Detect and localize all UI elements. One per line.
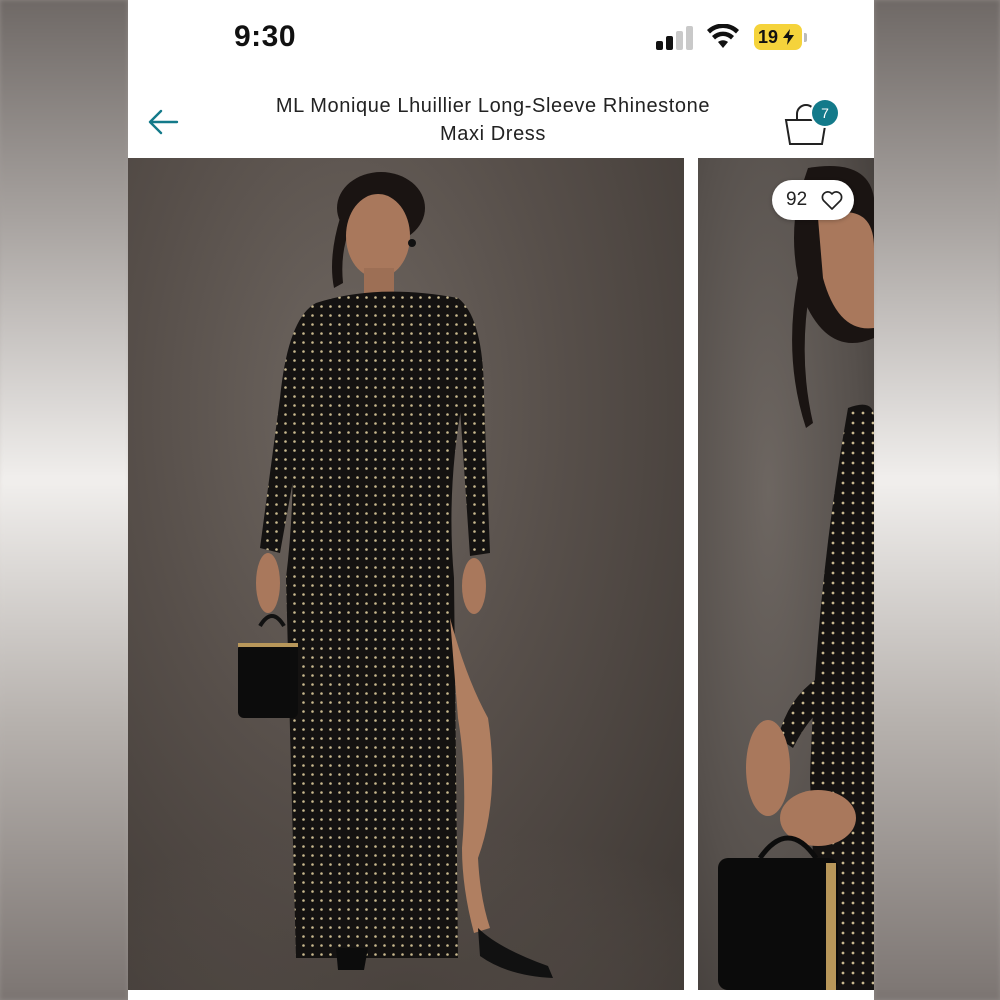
blurred-background-right — [874, 0, 1000, 1000]
cart-count-badge: 7 — [812, 100, 838, 126]
product-title-line2: Maxi Dress — [439, 123, 546, 145]
status-bar: 9:30 19 — [128, 0, 874, 78]
phone-screen: 9:30 19 ML Monique Lhuillier Long-Sleeve… — [128, 0, 874, 1000]
like-count: 92 — [786, 189, 808, 210]
battery-indicator: 19 — [754, 24, 802, 50]
cellular-signal-icon — [656, 26, 696, 50]
product-image-gallery[interactable]: 92 — [128, 158, 874, 1000]
arrow-left-icon[interactable] — [144, 102, 184, 142]
heart-outline-icon — [821, 191, 843, 210]
product-title: ML Monique Lhuillier Long-Sleeve Rhinest… — [248, 92, 738, 148]
status-time: 9:30 — [234, 20, 297, 53]
product-title-line1: ML Monique Lhuillier Long-Sleeve Rhinest… — [275, 95, 711, 117]
bolt-icon — [783, 29, 795, 45]
product-header: ML Monique Lhuillier Long-Sleeve Rhinest… — [128, 78, 874, 158]
battery-tip — [804, 33, 807, 42]
page-bottom-strip — [128, 990, 874, 1000]
like-button[interactable]: 92 — [772, 180, 854, 220]
battery-level: 19 — [758, 27, 779, 47]
product-photo-secondary[interactable] — [698, 158, 874, 990]
blurred-background-left — [0, 0, 128, 1000]
product-photo-main[interactable] — [128, 158, 684, 990]
wifi-icon — [707, 24, 739, 48]
